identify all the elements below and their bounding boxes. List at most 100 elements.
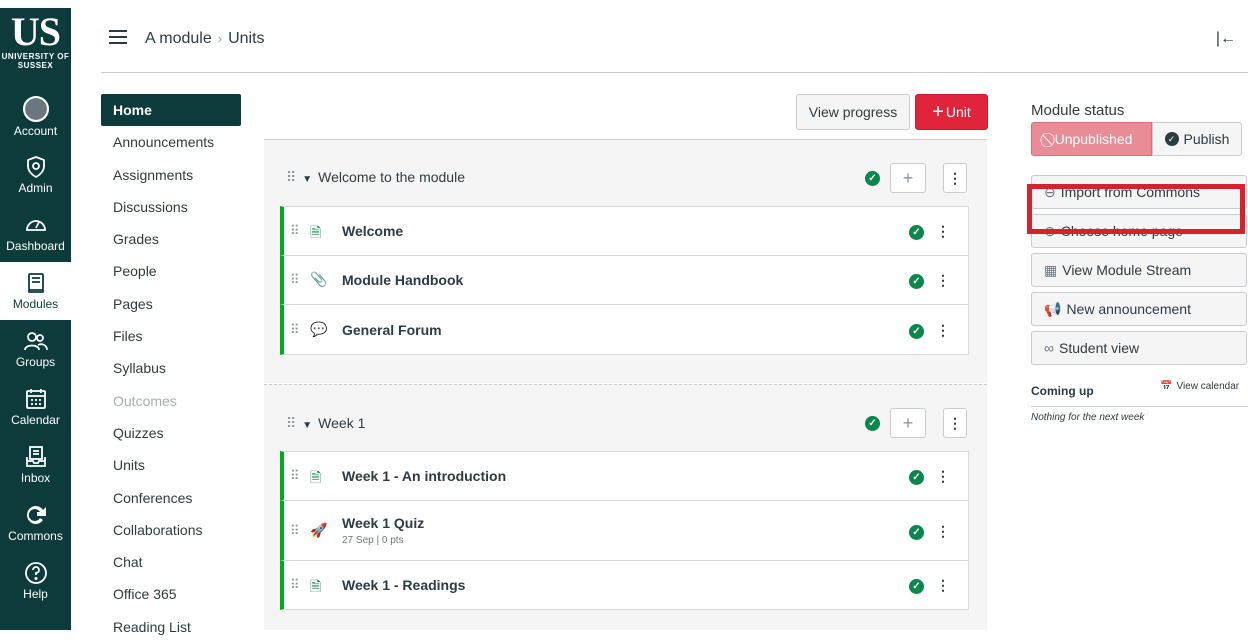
drag-handle-icon[interactable]: ⠿ <box>286 169 296 185</box>
breadcrumb-course-link[interactable]: A module <box>145 30 212 47</box>
global-nav: US UNIVERSITY OF SUSSEX Account Admin Da… <box>0 8 71 630</box>
global-nav-admin[interactable]: Admin <box>0 146 71 204</box>
course-nav-reading-list[interactable]: Reading List <box>101 611 241 643</box>
coming-up-empty-text: Nothing for the next week <box>1031 412 1145 423</box>
publish-button[interactable]: ✓ Publish <box>1152 122 1242 156</box>
course-nav-files[interactable]: Files <box>101 320 241 352</box>
account-avatar-icon <box>22 96 49 122</box>
global-nav-help[interactable]: Help <box>0 552 71 610</box>
course-nav-conferences[interactable]: Conferences <box>101 482 241 514</box>
module-item[interactable]: ⠿ 🗎 Week 1 - An introduction ✓ ⋮ <box>280 451 969 501</box>
course-nav-assignments[interactable]: Assignments <box>101 159 241 191</box>
collapse-sidebar-icon[interactable]: |← <box>1216 30 1236 48</box>
view-calendar-link[interactable]: 📅 View calendar <box>1160 381 1239 392</box>
published-check-icon[interactable]: ✓ <box>865 416 880 431</box>
course-nav-pages[interactable]: Pages <box>101 288 241 320</box>
commons-arrow-icon <box>26 506 46 524</box>
global-nav-label: Commons <box>8 529 63 543</box>
glasses-icon: ∞ <box>1044 340 1054 356</box>
megaphone-icon: 📢 <box>1044 300 1062 317</box>
drag-handle-icon[interactable]: ⠿ <box>290 468 299 484</box>
module-item[interactable]: ⠿ 🗎 Welcome ✓ ⋮ <box>280 206 969 256</box>
module-item-title[interactable]: Welcome <box>342 223 403 239</box>
item-options-kebab-icon[interactable]: ⋮ <box>936 577 950 594</box>
university-logo[interactable]: US UNIVERSITY OF SUSSEX <box>0 8 71 88</box>
item-options-kebab-icon[interactable]: ⋮ <box>936 223 950 240</box>
module-item[interactable]: ⠿ 💬 General Forum ✓ ⋮ <box>280 304 969 355</box>
course-nav-office365[interactable]: Office 365 <box>101 578 241 610</box>
global-nav-dashboard[interactable]: Dashboard <box>0 204 71 262</box>
help-question-icon <box>24 562 47 584</box>
module-item-title[interactable]: General Forum <box>342 322 442 338</box>
published-check-icon[interactable]: ✓ <box>909 470 924 485</box>
published-check-icon[interactable]: ✓ <box>909 525 924 540</box>
course-nav-home[interactable]: Home <box>101 94 241 127</box>
item-options-kebab-icon[interactable]: ⋮ <box>936 523 950 540</box>
published-check-icon[interactable]: ✓ <box>909 324 924 339</box>
student-view-button[interactable]: ∞ Student view <box>1031 331 1247 365</box>
course-nav-quizzes[interactable]: Quizzes <box>101 417 241 449</box>
hamburger-menu-icon[interactable] <box>109 30 127 44</box>
drag-handle-icon[interactable]: ⠿ <box>290 577 299 593</box>
course-nav-grades[interactable]: Grades <box>101 223 241 255</box>
unpublished-button[interactable]: ⃠Unpublished <box>1031 122 1152 156</box>
drag-handle-icon[interactable]: ⠿ <box>290 223 299 239</box>
add-item-button[interactable]: + <box>890 163 926 193</box>
button-label: Student view <box>1058 340 1140 356</box>
course-nav-syllabus[interactable]: Syllabus <box>101 352 241 384</box>
global-nav-label: Inbox <box>20 471 51 485</box>
published-check-icon[interactable]: ✓ <box>909 579 924 594</box>
global-nav-calendar[interactable]: Calendar <box>0 378 71 436</box>
course-nav-discussions[interactable]: Discussions <box>101 191 241 223</box>
global-nav-label: Account <box>13 124 58 138</box>
drag-handle-icon[interactable]: ⠿ <box>290 523 299 539</box>
module-item-title[interactable]: Week 1 - Readings <box>342 577 465 593</box>
item-options-kebab-icon[interactable]: ⋮ <box>936 322 950 339</box>
course-nav-announcements[interactable]: Announcements <box>101 126 241 158</box>
module-item[interactable]: ⠿ 🚀 Week 1 Quiz 27 Sep | 0 pts ✓ ⋮ <box>280 500 969 561</box>
module-options-kebab-icon[interactable]: ⋮ <box>943 408 967 438</box>
module-title-text: Welcome to the module <box>318 169 465 185</box>
add-item-button[interactable]: + <box>890 408 926 438</box>
module-item-title[interactable]: Week 1 Quiz <box>342 515 424 531</box>
published-check-icon[interactable]: ✓ <box>909 225 924 240</box>
module-week-1: ⠿ ▼ Week 1 ✓ + ⋮ ⠿ 🗎 Week 1 - An introduct… <box>264 384 987 630</box>
header-divider <box>101 72 1248 73</box>
course-nav-collaborations[interactable]: Collaborations <box>101 514 241 546</box>
global-nav-groups[interactable]: Groups <box>0 320 71 378</box>
module-title[interactable]: ⠿ ▼ Welcome to the module <box>286 169 465 186</box>
view-progress-button[interactable]: View progress <box>796 94 910 130</box>
published-check-icon[interactable]: ✓ <box>865 171 880 186</box>
drag-handle-icon[interactable]: ⠿ <box>286 415 296 431</box>
published-check-icon[interactable]: ✓ <box>909 274 924 289</box>
global-nav-label: Groups <box>15 355 56 369</box>
drag-handle-icon[interactable]: ⠿ <box>290 322 299 338</box>
course-nav-units[interactable]: Units <box>101 449 241 481</box>
module-item[interactable]: ⠿ 📎 Module Handbook ✓ ⋮ <box>280 255 969 305</box>
discussion-icon: 💬 <box>310 321 328 337</box>
drag-handle-icon[interactable]: ⠿ <box>290 272 299 288</box>
item-options-kebab-icon[interactable]: ⋮ <box>936 272 950 289</box>
module-options-kebab-icon[interactable]: ⋮ <box>943 163 967 193</box>
collapse-caret-icon[interactable]: ▼ <box>302 174 312 185</box>
course-nav-chat[interactable]: Chat <box>101 546 241 578</box>
view-module-stream-button[interactable]: ▦ View Module Stream <box>1031 253 1247 287</box>
calendar-small-icon: 📅 <box>1160 381 1173 392</box>
module-title[interactable]: ⠿ ▼ Week 1 <box>286 415 365 432</box>
global-nav-inbox[interactable]: Inbox <box>0 436 71 494</box>
course-nav-people[interactable]: People <box>101 255 241 287</box>
global-nav-account[interactable]: Account <box>0 88 71 146</box>
module-item-title[interactable]: Module Handbook <box>342 272 463 288</box>
global-nav-commons[interactable]: Commons <box>0 494 71 552</box>
add-unit-button[interactable]: + Unit <box>915 94 988 130</box>
module-item-title[interactable]: Week 1 - An introduction <box>342 468 506 484</box>
collapse-caret-icon[interactable]: ▼ <box>302 420 312 431</box>
unpublished-label: Unpublished <box>1054 131 1133 147</box>
global-nav-modules[interactable]: Modules <box>0 262 71 320</box>
inbox-icon <box>25 446 46 467</box>
breadcrumb-current[interactable]: Units <box>228 30 264 47</box>
item-options-kebab-icon[interactable]: ⋮ <box>936 468 950 485</box>
new-announcement-button[interactable]: 📢 New announcement <box>1031 292 1247 326</box>
coming-up-divider <box>1031 406 1248 407</box>
module-item[interactable]: ⠿ 🗎 Week 1 - Readings ✓ ⋮ <box>280 560 969 610</box>
